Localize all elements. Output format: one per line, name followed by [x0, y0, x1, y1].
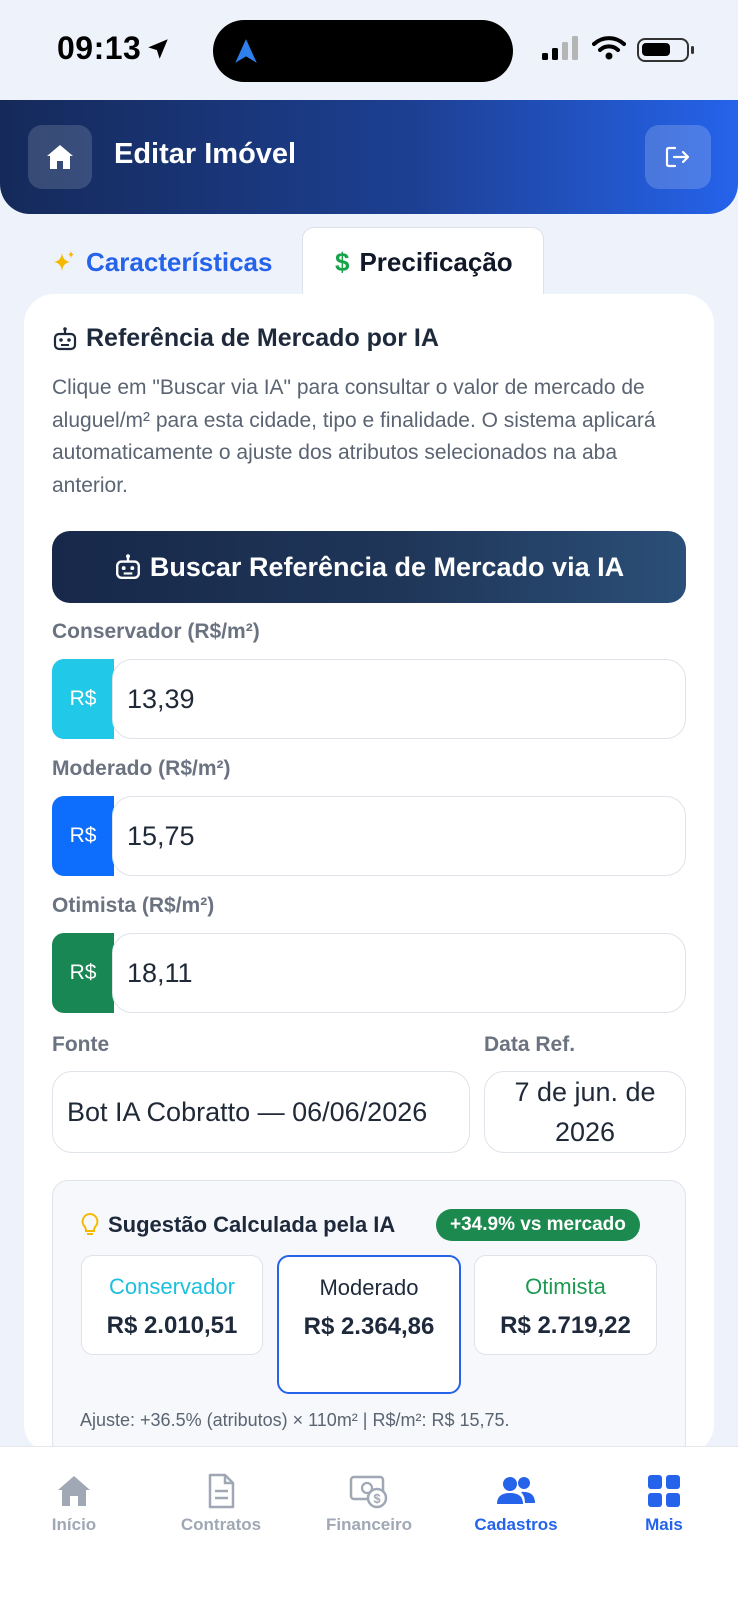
battery-icon: [637, 38, 694, 62]
nav-contratos-label: Contratos: [180, 1515, 262, 1534]
page-title: Editar Imóvel: [114, 138, 297, 170]
moderado-input[interactable]: 15,75: [112, 796, 686, 876]
clock: 09:13: [57, 30, 142, 66]
dollar-icon: $: [335, 247, 350, 277]
option-value: R$ 2.719,22: [500, 1312, 631, 1339]
data-ref-input[interactable]: 7 de jun. de 2026: [484, 1071, 686, 1153]
fonte-input[interactable]: Bot IA Cobratto — 06/06/2026: [52, 1071, 470, 1153]
search-ai-button[interactable]: Buscar Referência de Mercado via IA: [52, 531, 686, 603]
svg-text:$: $: [373, 1491, 381, 1506]
navigation-arrow-icon: [233, 37, 259, 70]
conservador-label: Conservador (R$/m²): [52, 620, 260, 643]
option-value: R$ 2.010,51: [106, 1312, 238, 1339]
conservador-field: R$ 13,39: [52, 659, 686, 739]
robot-icon: [53, 326, 77, 350]
home-button[interactable]: [28, 125, 92, 189]
nav-cadastros-label: Cadastros: [474, 1515, 558, 1534]
suggestion-title: Sugestão Calculada pela IA: [80, 1212, 395, 1238]
otimista-label: Otimista (R$/m²): [52, 894, 215, 917]
location-arrow-icon: [145, 36, 171, 67]
section-title-text: Referência de Mercado por IA: [86, 324, 439, 352]
money-icon: $: [349, 1475, 388, 1509]
nav-cadastros[interactable]: Cadastros: [451, 1473, 581, 1535]
status-bar: 09:13: [0, 0, 738, 100]
nav-financeiro-label: Financeiro: [326, 1515, 412, 1534]
bottom-navigation: Início Contratos $ Financeiro Cadastros: [0, 1446, 738, 1600]
dynamic-island: [213, 20, 513, 82]
lightbulb-icon: [81, 1212, 99, 1235]
data-ref-label: Data Ref.: [484, 1033, 576, 1056]
otimista-input[interactable]: 18,11: [112, 933, 686, 1013]
home-icon: [47, 145, 73, 169]
nav-inicio-label: Início: [51, 1515, 97, 1534]
nav-mais[interactable]: Mais: [599, 1473, 729, 1535]
fonte-label: Fonte: [52, 1033, 110, 1056]
option-conservador[interactable]: Conservador R$ 2.010,51: [81, 1255, 263, 1355]
logout-button[interactable]: [645, 125, 711, 189]
home-icon: [58, 1476, 90, 1506]
tab-caracteristicas[interactable]: Características: [52, 240, 272, 284]
option-name: Moderado: [319, 1275, 419, 1300]
adjustment-note: Ajuste: +36.5% (atributos) × 110m² | R$/…: [80, 1410, 510, 1430]
robot-icon: [115, 554, 140, 579]
nav-contratos[interactable]: Contratos: [156, 1473, 286, 1535]
users-icon: [497, 1477, 535, 1504]
option-value: R$ 2.364,86: [303, 1313, 435, 1340]
tab-precificacao-label: Precificação: [359, 247, 513, 277]
option-moderado[interactable]: Moderado R$ 2.364,86: [277, 1255, 461, 1394]
tab-caracteristicas-label: Características: [86, 246, 273, 277]
moderado-field: R$ 15,75: [52, 796, 686, 876]
document-icon: [208, 1473, 235, 1509]
section-description: Clique em "Buscar via IA" para consultar…: [52, 376, 656, 497]
currency-prefix: R$: [52, 933, 114, 1013]
nav-inicio[interactable]: Início: [9, 1473, 139, 1535]
sparkles-icon: [54, 251, 74, 271]
option-name: Otimista: [525, 1274, 606, 1299]
cellular-signal-icon: [542, 36, 582, 67]
nav-mais-label: Mais: [645, 1515, 683, 1534]
tab-precificacao[interactable]: $ Precificação: [302, 227, 544, 297]
section-title: Referência de Mercado por IA: [52, 324, 439, 353]
wifi-icon: [592, 35, 626, 66]
conservador-input[interactable]: 13,39: [112, 659, 686, 739]
nav-financeiro[interactable]: $ Financeiro: [304, 1473, 434, 1535]
currency-prefix: R$: [52, 796, 114, 876]
market-diff-badge: +34.9% vs mercado: [436, 1209, 640, 1241]
currency-prefix: R$: [52, 659, 114, 739]
search-ai-button-label: Buscar Referência de Mercado via IA: [149, 551, 625, 582]
option-otimista[interactable]: Otimista R$ 2.719,22: [474, 1255, 657, 1355]
otimista-field: R$ 18,11: [52, 933, 686, 1013]
option-name: Conservador: [109, 1274, 235, 1299]
grid-icon: [648, 1475, 680, 1507]
suggestion-title-text: Sugestão Calculada pela IA: [108, 1212, 396, 1237]
moderado-label: Moderado (R$/m²): [52, 757, 231, 780]
logout-icon: [665, 146, 690, 168]
app-header: Editar Imóvel: [0, 100, 738, 214]
